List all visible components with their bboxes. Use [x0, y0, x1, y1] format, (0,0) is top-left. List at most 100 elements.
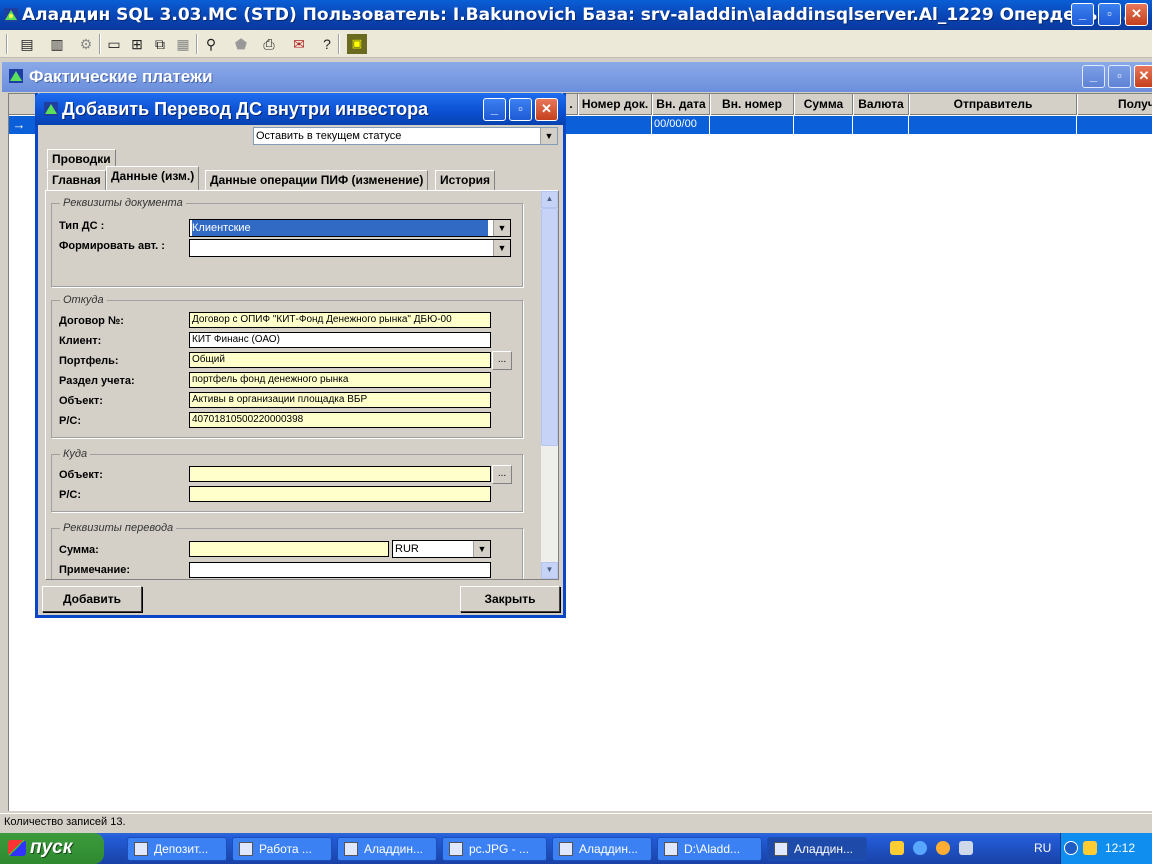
row-indicator-icon: →: [12, 117, 26, 132]
minimize-button[interactable]: _: [1071, 3, 1094, 26]
binoculars-icon[interactable]: ⚲: [201, 34, 221, 54]
app-title-bar[interactable]: Аладдин SQL 3.03.MC (STD) Пользователь: …: [0, 0, 1152, 30]
tray-app-icon[interactable]: [890, 841, 904, 855]
clock[interactable]: 12:12: [1105, 833, 1135, 863]
chevron-down-icon[interactable]: ▼: [473, 541, 490, 557]
ie-icon[interactable]: [913, 841, 927, 855]
archive-icon[interactable]: ▥: [47, 34, 67, 54]
windows-logo-icon: [8, 840, 26, 856]
chevron-down-icon[interactable]: ▼: [540, 128, 557, 144]
task-button[interactable]: Аладдин...: [337, 837, 437, 861]
type-select[interactable]: Клиентские ▼: [189, 219, 511, 237]
scroll-thumb[interactable]: [541, 208, 558, 446]
dialog-maximize-button[interactable]: ▫: [509, 98, 532, 121]
section-field[interactable]: портфель фонд денежного рынка: [189, 372, 491, 388]
aladdin-icon: [774, 842, 788, 856]
print-icon[interactable]: ⎙: [259, 34, 279, 54]
task-label: pc.JPG - ...: [469, 842, 530, 856]
chevron-down-icon[interactable]: ▼: [493, 240, 510, 256]
currency-select[interactable]: RUR ▼: [392, 540, 491, 558]
cell-date[interactable]: 00/00/00: [652, 116, 710, 134]
record-count: Количество записей 13.: [4, 816, 126, 828]
task-button-active[interactable]: Аладдин...: [767, 837, 867, 861]
portfolio-browse-button[interactable]: ...: [492, 351, 512, 370]
contract-label: Договор №:: [59, 315, 124, 327]
column-header-currency[interactable]: Валюта: [853, 94, 909, 115]
dialog-title-bar[interactable]: Добавить Перевод ДС внутри инвестора _ ▫…: [35, 93, 566, 125]
stop-icon[interactable]: ⬟: [231, 34, 251, 54]
to-account-field[interactable]: [189, 486, 491, 502]
to-object-field[interactable]: [189, 466, 491, 482]
column-header-sum[interactable]: Сумма: [794, 94, 853, 115]
toolbar: ▤ ▥ ⚙ ▭ ⊞ ⧉ ▦ ⚲ ⬟ ⎙ ✉ ? ▣: [0, 30, 1152, 58]
mdi-maximize-button[interactable]: ▫: [1108, 65, 1131, 88]
contract-field[interactable]: Договор с ОПИФ "КИТ-Фонд Денежного рынка…: [189, 312, 491, 328]
status-select[interactable]: Оставить в текущем статусе ▼: [253, 127, 558, 145]
cell-currency[interactable]: [853, 116, 909, 134]
close-dialog-button[interactable]: Закрыть: [460, 586, 560, 612]
task-button[interactable]: Работа ...: [232, 837, 332, 861]
media-player-icon[interactable]: [936, 841, 950, 855]
client-field[interactable]: КИТ Финанс (ОАО): [189, 332, 491, 348]
mdi-title: Фактические платежи: [29, 67, 213, 86]
window-icon[interactable]: ▭: [104, 34, 124, 54]
cell-sender[interactable]: [909, 116, 1077, 134]
cell-doc-number[interactable]: [578, 116, 652, 134]
export-icon[interactable]: ✉: [289, 34, 309, 54]
mdi-close-button[interactable]: ✕: [1134, 65, 1152, 88]
type-label: Тип ДС :: [59, 220, 105, 232]
to-account-label: Р/С:: [59, 489, 81, 501]
tile-icon[interactable]: ⊞: [127, 34, 147, 54]
chevron-down-icon[interactable]: ▼: [493, 220, 510, 236]
task-button[interactable]: pc.JPG - ...: [442, 837, 547, 861]
restore-button[interactable]: ▫: [1098, 3, 1121, 26]
type-select-value: Клиентские: [191, 220, 489, 236]
mdi-title-bar[interactable]: Фактические платежи _ ▫ ✕: [2, 62, 1152, 92]
column-header[interactable]: .: [564, 94, 578, 115]
cell-sum[interactable]: [794, 116, 853, 134]
add-button[interactable]: Добавить: [42, 586, 142, 612]
scroll-up-icon[interactable]: ▲: [541, 191, 558, 208]
cascade-icon[interactable]: ⧉: [150, 34, 170, 54]
tab-data-changed[interactable]: Данные (изм.): [106, 166, 200, 190]
tab-history[interactable]: История: [435, 170, 496, 190]
toolbar-separator: [196, 34, 198, 54]
column-header-inner-number[interactable]: Вн. номер: [710, 94, 794, 115]
column-header-doc-number[interactable]: Номер док.: [578, 94, 652, 115]
tray-clock-app-icon[interactable]: [1083, 841, 1097, 855]
auto-form-select[interactable]: ▼: [189, 239, 511, 257]
note-field[interactable]: [189, 562, 491, 578]
exit-icon[interactable]: ▣: [347, 34, 367, 54]
help-icon[interactable]: ?: [317, 34, 337, 54]
word-doc-icon: [239, 842, 253, 856]
panel-icon[interactable]: ▦: [173, 34, 193, 54]
filter-icon[interactable]: ⚙: [76, 34, 96, 54]
portfolio-field[interactable]: Общий: [189, 352, 491, 368]
column-header-sender[interactable]: Отправитель: [909, 94, 1077, 115]
task-button[interactable]: D:\Aladd...: [657, 837, 762, 861]
task-button[interactable]: Депозит...: [127, 837, 227, 861]
vertical-scrollbar[interactable]: ▲ ▼: [541, 191, 558, 579]
dialog-close-button[interactable]: ✕: [535, 98, 558, 121]
tab-pif-operation-data[interactable]: Данные операции ПИФ (изменение): [205, 170, 429, 190]
start-button[interactable]: пуск: [0, 833, 104, 864]
doc-icon[interactable]: ▤: [17, 34, 37, 54]
language-indicator[interactable]: RU: [1034, 841, 1051, 855]
quicklaunch-icon[interactable]: [959, 841, 973, 855]
dialog-minimize-button[interactable]: _: [483, 98, 506, 121]
scroll-down-icon[interactable]: ▼: [541, 562, 558, 579]
column-header-receiver[interactable]: Получ: [1077, 94, 1152, 115]
to-object-label: Объект:: [59, 469, 103, 481]
to-object-browse-button[interactable]: ...: [492, 465, 512, 484]
from-object-field[interactable]: Активы в организации площадка ВБР: [189, 392, 491, 408]
tab-main[interactable]: Главная: [47, 170, 106, 190]
task-button[interactable]: Аладдин...: [552, 837, 652, 861]
sum-field[interactable]: [189, 541, 389, 557]
close-button[interactable]: ✕: [1125, 3, 1148, 26]
portfolio-label: Портфель:: [59, 355, 119, 367]
column-header-date[interactable]: Вн. дата: [652, 94, 710, 115]
from-account-field[interactable]: 40701810500220000398: [189, 412, 491, 428]
cell-inner-number[interactable]: [710, 116, 794, 134]
mdi-minimize-button[interactable]: _: [1082, 65, 1105, 88]
tray-expand-icon[interactable]: [1064, 841, 1078, 855]
